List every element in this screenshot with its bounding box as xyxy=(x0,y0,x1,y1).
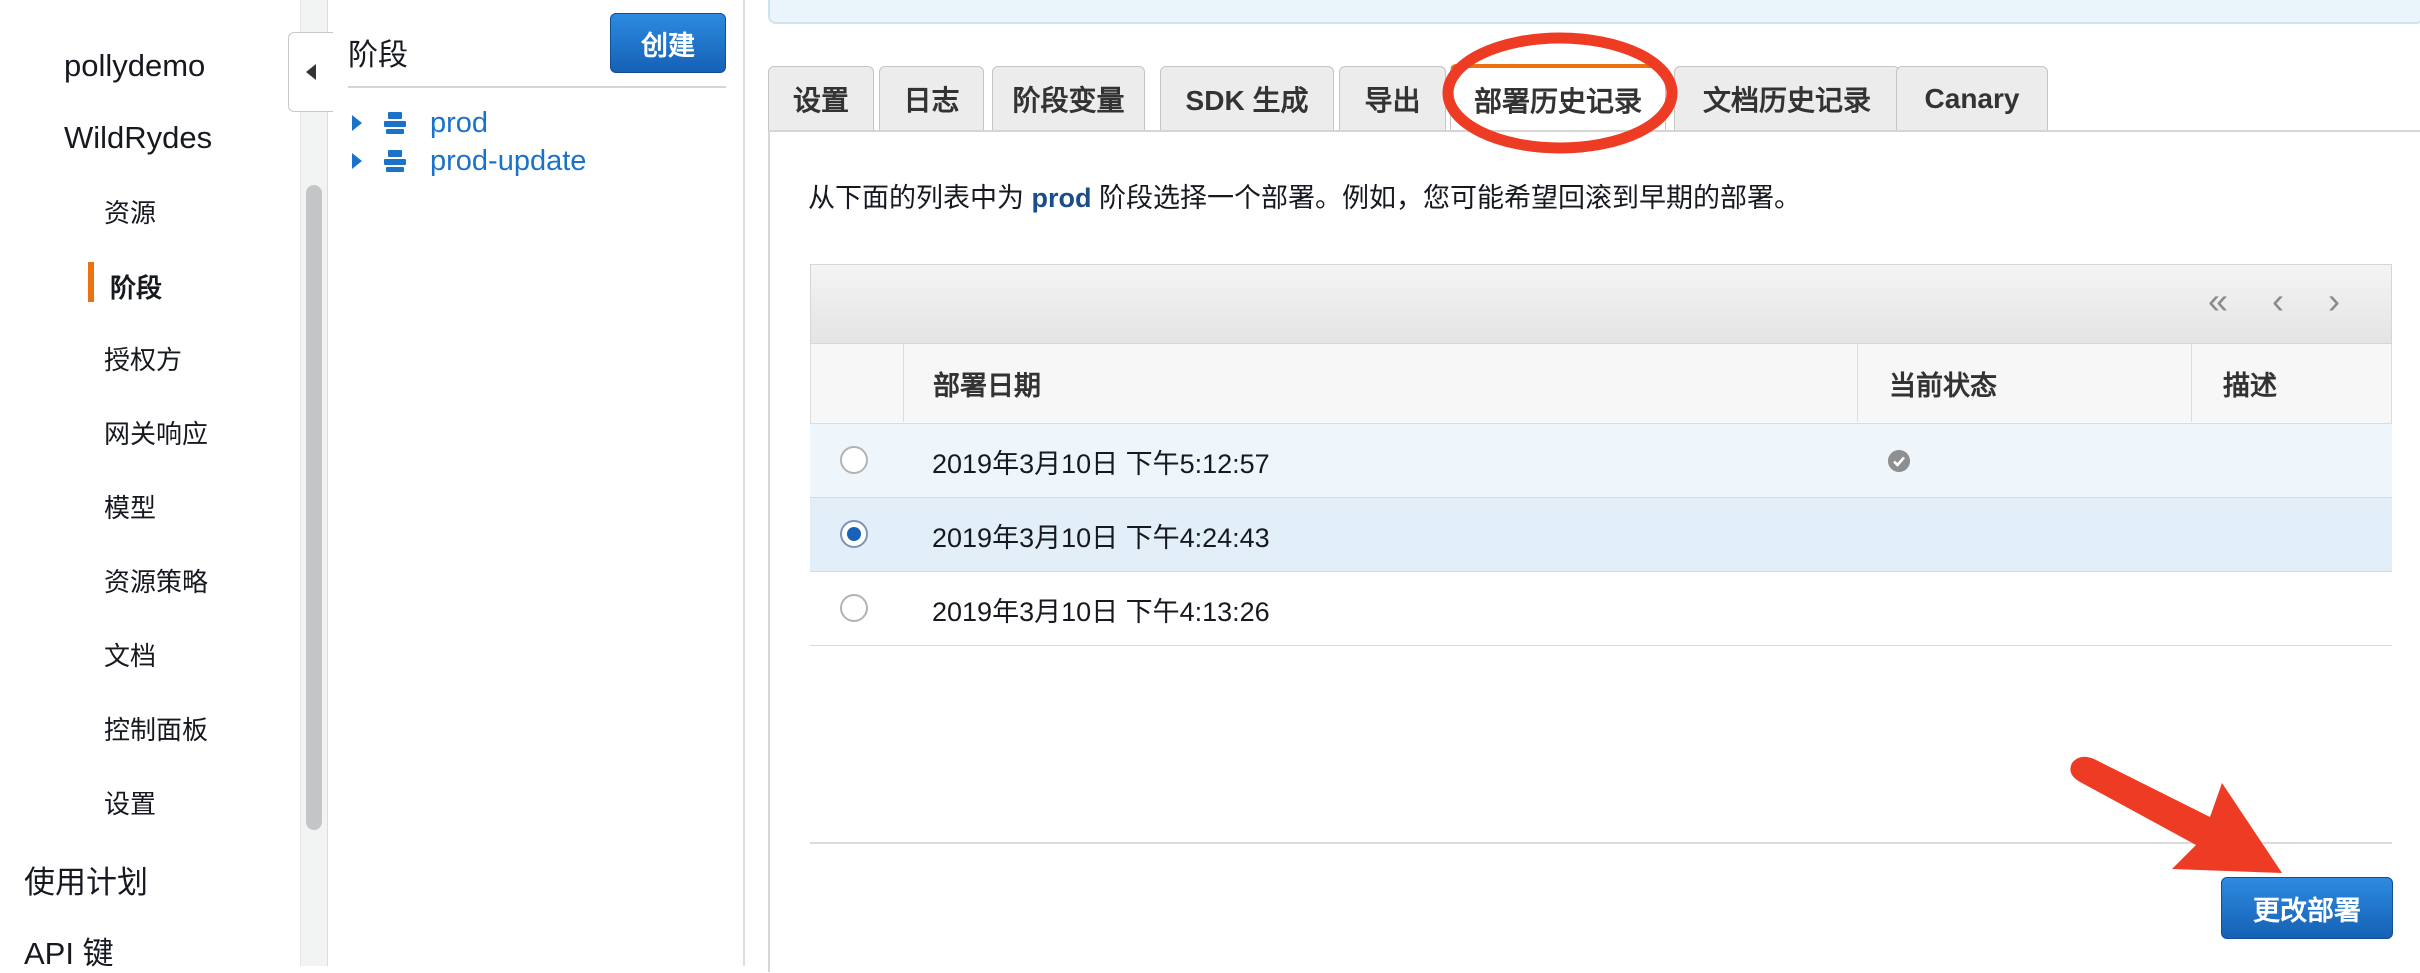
nav-item-dashboard[interactable]: 控制面板 xyxy=(104,710,208,747)
pager-first-icon[interactable]: « xyxy=(2208,280,2228,322)
nav-active-indicator xyxy=(88,262,94,302)
stages-pane-title: 阶段 xyxy=(348,39,408,72)
deployment-radio[interactable] xyxy=(840,446,868,474)
column-header-current-status[interactable]: 当前状态 xyxy=(1889,344,1997,422)
nav-api-wildrydes[interactable]: WildRydes xyxy=(64,120,212,156)
table-toolbar xyxy=(810,264,2392,344)
expand-caret-icon[interactable] xyxy=(352,115,362,131)
deployment-history-description: 从下面的列表中为 prod 阶段选择一个部署。例如，您可能希望回滚到早期的部署。 xyxy=(808,176,1801,215)
table-row[interactable]: 2019年3月10日 下午5:12:57 xyxy=(810,424,2392,498)
table-row[interactable]: 2019年3月10日 下午4:24:43 xyxy=(810,498,2392,572)
description-text: 阶段选择一个部署。例如，您可能希望回滚到早期的部署。 xyxy=(1091,183,1802,213)
nav-item-models[interactable]: 模型 xyxy=(104,488,156,525)
nav-api-keys[interactable]: API 键 xyxy=(24,928,114,973)
caret-left-icon xyxy=(306,64,316,80)
stage-name[interactable]: prod xyxy=(430,107,488,140)
table-header: 部署日期 当前状态 描述 xyxy=(810,344,2392,424)
column-header-description[interactable]: 描述 xyxy=(2223,344,2277,422)
description-text: 从下面的列表中为 xyxy=(808,183,1032,213)
tab-settings[interactable]: 设置 xyxy=(768,66,874,130)
column-divider xyxy=(1857,344,1858,422)
annotation-circle xyxy=(1442,32,1678,154)
nav-item-documentation[interactable]: 文档 xyxy=(104,636,156,673)
nav-api-pollydemo[interactable]: pollydemo xyxy=(64,48,205,84)
checkmark-icon xyxy=(1888,450,1910,472)
deployment-radio[interactable] xyxy=(840,594,868,622)
tab-logs[interactable]: 日志 xyxy=(879,66,984,130)
pager-next-icon[interactable]: › xyxy=(2328,280,2340,322)
pager-prev-icon[interactable]: ‹ xyxy=(2272,280,2284,322)
nav-scrollbar-thumb[interactable] xyxy=(306,185,322,830)
left-navigation: pollydemo WildRydes 资源 阶段 授权方 网关响应 模型 资源… xyxy=(0,0,310,971)
tab-documentation-history[interactable]: 文档历史记录 xyxy=(1674,66,1900,130)
deployment-date: 2019年3月10日 下午5:12:57 xyxy=(932,448,1270,479)
create-stage-button[interactable]: 创建 xyxy=(610,13,726,73)
tab-export[interactable]: 导出 xyxy=(1339,66,1446,130)
description-stage-name: prod xyxy=(1031,183,1092,213)
tab-sdk-generation[interactable]: SDK 生成 xyxy=(1160,66,1334,130)
column-divider xyxy=(2191,344,2192,422)
stage-name[interactable]: prod-update xyxy=(430,145,586,178)
stage-icon xyxy=(384,112,406,134)
nav-item-gateway-responses[interactable]: 网关响应 xyxy=(104,414,208,451)
nav-item-resources[interactable]: 资源 xyxy=(104,193,156,230)
table-row[interactable]: 2019年3月10日 下午4:13:26 xyxy=(810,572,2392,646)
stage-tree-item-prod-update[interactable]: prod-update xyxy=(352,144,586,178)
nav-item-resource-policy[interactable]: 资源策略 xyxy=(104,562,208,599)
stage-icon xyxy=(384,150,406,172)
column-divider xyxy=(903,344,904,422)
tab-canary[interactable]: Canary xyxy=(1896,66,2048,130)
nav-item-stages[interactable]: 阶段 xyxy=(110,268,162,305)
deployment-date: 2019年3月10日 下午4:24:43 xyxy=(932,522,1270,553)
deployment-radio[interactable] xyxy=(840,520,868,548)
deployment-date: 2019年3月10日 下午4:13:26 xyxy=(932,596,1270,627)
pane-divider xyxy=(743,0,745,966)
tab-stage-variables[interactable]: 阶段变量 xyxy=(992,66,1145,130)
collapse-sidebar-button[interactable] xyxy=(288,32,333,112)
change-deployment-button[interactable]: 更改部署 xyxy=(2221,877,2393,939)
expand-caret-icon[interactable] xyxy=(352,153,362,169)
nav-item-settings[interactable]: 设置 xyxy=(104,784,156,821)
nav-item-authorizers[interactable]: 授权方 xyxy=(104,340,182,377)
info-banner-edge xyxy=(768,0,2420,24)
annotation-arrow-icon xyxy=(2070,756,2282,873)
column-header-deployment-date[interactable]: 部署日期 xyxy=(933,344,1041,422)
nav-usage-plans[interactable]: 使用计划 xyxy=(24,857,148,902)
stage-tree-item-prod[interactable]: prod xyxy=(352,106,488,140)
divider xyxy=(348,86,726,88)
